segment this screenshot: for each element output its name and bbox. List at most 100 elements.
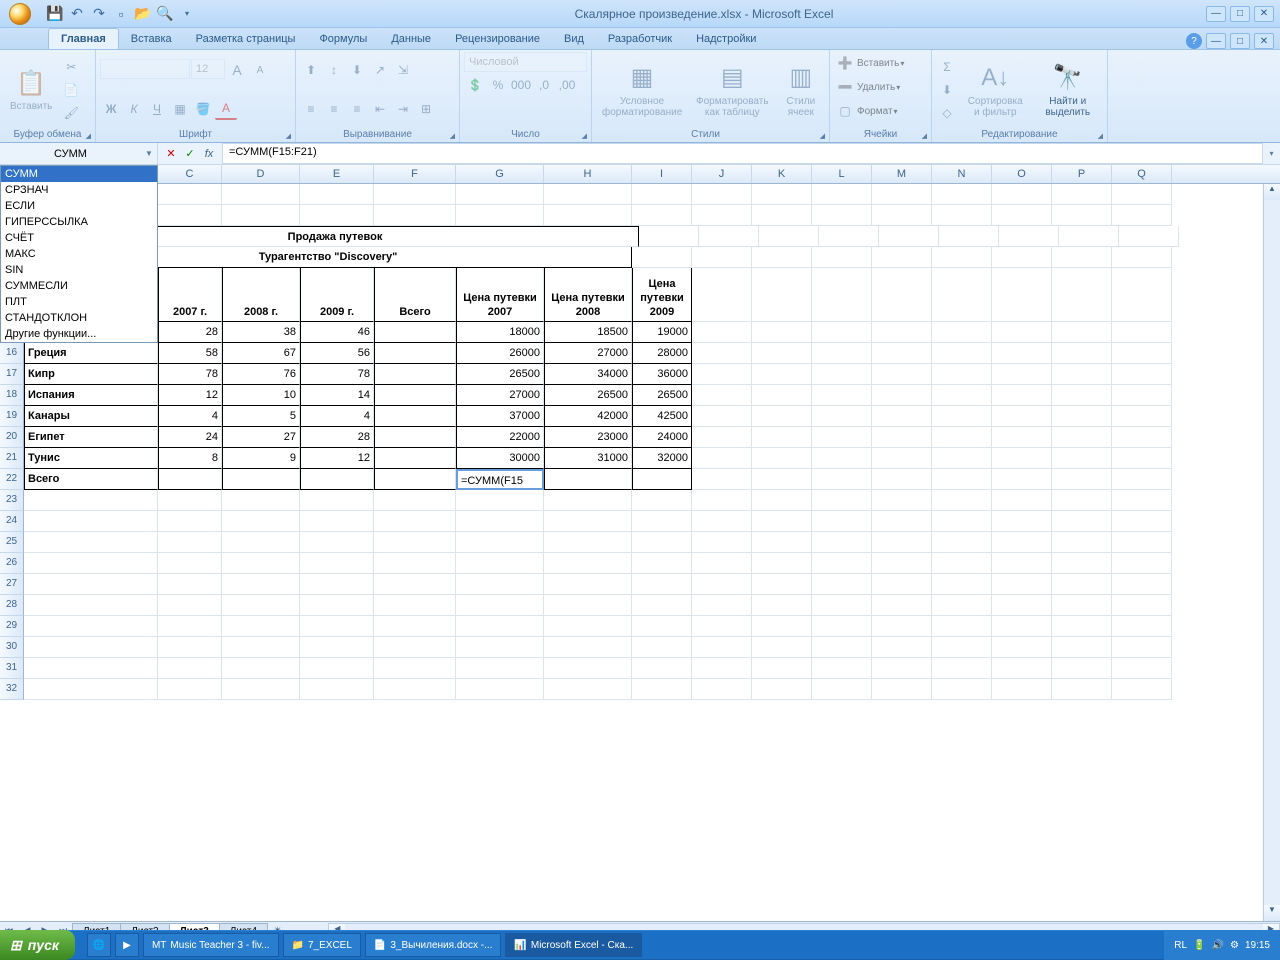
cell[interactable] xyxy=(752,637,812,658)
cell[interactable]: 19000 xyxy=(632,322,692,343)
cell[interactable] xyxy=(812,205,872,226)
cell[interactable] xyxy=(456,184,544,205)
cell[interactable] xyxy=(456,616,544,637)
cell[interactable]: 76 xyxy=(222,364,300,385)
cell[interactable] xyxy=(222,184,300,205)
taskbar-item[interactable]: 📄3_Вычиления.docx -... xyxy=(365,933,502,957)
quick-launch-icon[interactable]: ▶ xyxy=(115,933,139,957)
office-button[interactable] xyxy=(0,0,40,28)
cell[interactable] xyxy=(932,616,992,637)
cell[interactable] xyxy=(992,448,1052,469)
cell[interactable] xyxy=(1052,427,1112,448)
cell[interactable] xyxy=(752,343,812,364)
cell[interactable] xyxy=(374,427,456,448)
taskbar-item[interactable]: 📊Microsoft Excel - Ска... xyxy=(505,933,642,957)
tray-icon[interactable]: ⚙ xyxy=(1230,940,1239,951)
cell[interactable] xyxy=(692,448,752,469)
align-bottom-icon[interactable]: ⬇ xyxy=(346,59,368,81)
cell[interactable] xyxy=(812,184,872,205)
cell[interactable] xyxy=(1112,427,1172,448)
cell[interactable]: 23000 xyxy=(544,427,632,448)
accept-formula-icon[interactable]: ✓ xyxy=(181,145,199,163)
cell[interactable] xyxy=(872,532,932,553)
format-cells-label[interactable]: Формат xyxy=(857,106,893,117)
cell[interactable]: 24000 xyxy=(632,427,692,448)
cell[interactable] xyxy=(992,532,1052,553)
cell[interactable] xyxy=(812,385,872,406)
cell[interactable] xyxy=(1052,574,1112,595)
cell[interactable]: 18500 xyxy=(544,322,632,343)
cell[interactable] xyxy=(1052,532,1112,553)
cell[interactable] xyxy=(158,469,222,490)
cell[interactable] xyxy=(24,616,158,637)
undo-icon[interactable]: ↶ xyxy=(68,5,86,23)
cell[interactable] xyxy=(932,448,992,469)
cell[interactable] xyxy=(300,595,374,616)
row-header[interactable]: 30 xyxy=(0,637,24,658)
tab-insert[interactable]: Вставка xyxy=(119,29,184,49)
insert-cells-label[interactable]: Вставить xyxy=(857,58,899,69)
preview-icon[interactable]: 🔍 xyxy=(156,5,174,23)
cell[interactable]: 5 xyxy=(222,406,300,427)
cell[interactable] xyxy=(374,322,456,343)
cell[interactable] xyxy=(932,184,992,205)
cell[interactable] xyxy=(812,406,872,427)
cell[interactable] xyxy=(24,511,158,532)
cell[interactable] xyxy=(752,205,812,226)
cell[interactable] xyxy=(932,427,992,448)
cell[interactable] xyxy=(812,616,872,637)
name-box[interactable]: СУММ xyxy=(0,148,141,160)
comma-icon[interactable]: 000 xyxy=(510,74,532,96)
cell[interactable] xyxy=(300,553,374,574)
align-center-icon[interactable]: ≡ xyxy=(323,98,345,120)
cell[interactable] xyxy=(158,679,222,700)
func-option[interactable]: ПЛТ xyxy=(1,294,157,310)
cell[interactable] xyxy=(24,574,158,595)
save-icon[interactable]: 💾 xyxy=(46,5,64,23)
cell[interactable] xyxy=(752,406,812,427)
cell[interactable] xyxy=(374,448,456,469)
cell[interactable] xyxy=(374,490,456,511)
cell[interactable] xyxy=(872,637,932,658)
align-middle-icon[interactable]: ↕ xyxy=(323,59,345,81)
cell[interactable] xyxy=(932,574,992,595)
cell[interactable]: 12 xyxy=(158,385,222,406)
cell[interactable]: 24 xyxy=(158,427,222,448)
tab-formulas[interactable]: Формулы xyxy=(307,29,379,49)
cell[interactable] xyxy=(812,658,872,679)
cell[interactable] xyxy=(222,205,300,226)
cell[interactable] xyxy=(752,184,812,205)
cell[interactable] xyxy=(872,574,932,595)
header-cell[interactable]: Цена путевки 2008 xyxy=(544,268,632,322)
cell[interactable] xyxy=(222,469,300,490)
cell[interactable] xyxy=(812,490,872,511)
cell[interactable] xyxy=(222,679,300,700)
cell[interactable] xyxy=(222,616,300,637)
cell[interactable] xyxy=(374,616,456,637)
cell[interactable] xyxy=(1052,553,1112,574)
cell[interactable] xyxy=(374,385,456,406)
cell[interactable] xyxy=(812,322,872,343)
close-button[interactable]: ✕ xyxy=(1254,6,1274,22)
cell[interactable] xyxy=(692,385,752,406)
cell[interactable]: 67 xyxy=(222,343,300,364)
cell[interactable] xyxy=(158,184,222,205)
cell[interactable]: 42500 xyxy=(632,406,692,427)
func-option[interactable]: СЧЁТ xyxy=(1,230,157,246)
cell[interactable] xyxy=(544,574,632,595)
cell[interactable] xyxy=(24,553,158,574)
cell[interactable] xyxy=(632,574,692,595)
cell[interactable] xyxy=(872,448,932,469)
name-box-dropdown[interactable]: ▼ xyxy=(141,149,157,158)
col-header[interactable]: E xyxy=(300,165,374,183)
cell[interactable] xyxy=(932,658,992,679)
cell[interactable] xyxy=(300,679,374,700)
func-option[interactable]: ЕСЛИ xyxy=(1,198,157,214)
cell[interactable] xyxy=(932,553,992,574)
cell[interactable] xyxy=(300,616,374,637)
cell[interactable] xyxy=(632,205,692,226)
font-size-combo[interactable]: 12 xyxy=(191,59,225,79)
cell[interactable]: 27000 xyxy=(456,385,544,406)
cell[interactable]: 37000 xyxy=(456,406,544,427)
header-cell[interactable]: 2009 г. xyxy=(300,268,374,322)
